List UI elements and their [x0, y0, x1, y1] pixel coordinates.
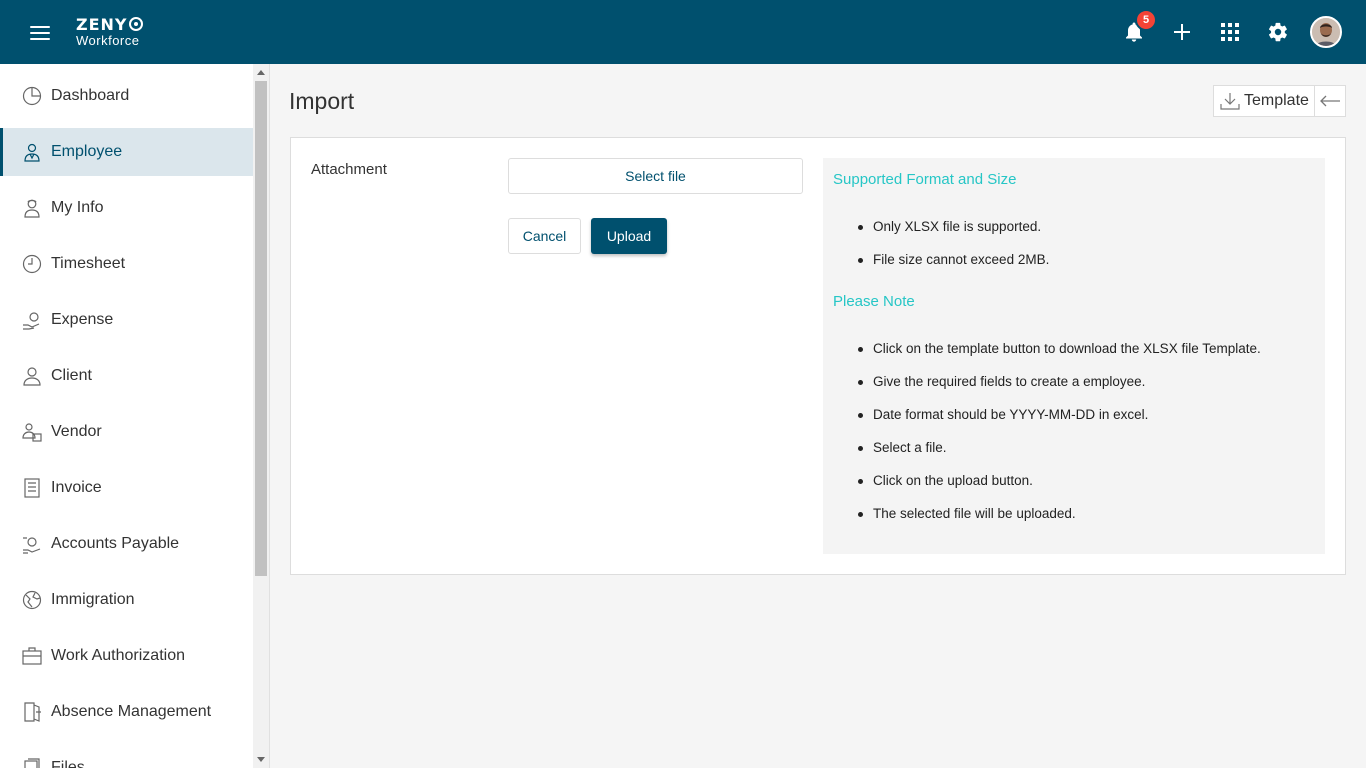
sidebar-item-client[interactable]: Client: [0, 352, 253, 400]
sidebar-item-dashboard[interactable]: Dashboard: [0, 72, 253, 120]
sidebar: Dashboard Employee My Info Timesheet Exp…: [0, 64, 253, 768]
invoice-icon: [22, 478, 42, 498]
files-icon: [22, 758, 42, 768]
expense-icon: [22, 310, 42, 330]
template-label: Template: [1244, 92, 1309, 109]
sidebar-item-vendor[interactable]: Vendor: [0, 408, 253, 456]
top-header: ZENY Workforce 5: [0, 0, 1366, 64]
briefcase-icon: [22, 646, 42, 666]
cancel-button[interactable]: Cancel: [508, 218, 581, 254]
sidebar-item-files[interactable]: Files: [0, 744, 253, 768]
sidebar-item-label: Dashboard: [51, 87, 130, 104]
list-item: Click on the template button to download…: [858, 341, 1261, 374]
accounts-payable-icon: [22, 534, 42, 554]
list-item: The selected file will be uploaded.: [858, 506, 1261, 539]
menu-icon[interactable]: [30, 26, 50, 40]
page-title: Import: [289, 88, 355, 114]
logo[interactable]: ZENY Workforce: [76, 17, 143, 47]
arrow-left-icon: [1320, 95, 1340, 107]
logo-mark-icon: [128, 17, 143, 31]
sidebar-item-timesheet[interactable]: Timesheet: [0, 240, 253, 288]
sidebar-item-expense[interactable]: Expense: [0, 296, 253, 344]
sidebar-item-work-authorization[interactable]: Work Authorization: [0, 632, 253, 680]
sidebar-item-my-info[interactable]: My Info: [0, 184, 253, 232]
sidebar-item-immigration[interactable]: Immigration: [0, 576, 253, 624]
logo-text-bottom: Workforce: [76, 33, 140, 48]
scrollbar-thumb[interactable]: [255, 81, 267, 576]
list-item: Click on the upload button.: [858, 473, 1261, 506]
sidebar-item-label: Vendor: [51, 423, 102, 440]
logo-text-top: ZENY: [76, 15, 128, 34]
dashboard-icon: [22, 86, 42, 106]
my-info-icon: [22, 198, 42, 218]
scroll-up-arrow-icon[interactable]: [257, 70, 265, 75]
attachment-label: Attachment: [311, 161, 387, 178]
employee-icon: [22, 142, 42, 162]
sidebar-divider: [269, 64, 270, 768]
clock-icon: [22, 254, 42, 274]
supported-format-list: Only XLSX file is supported. File size c…: [857, 219, 1049, 285]
sidebar-item-label: Accounts Payable: [51, 535, 180, 552]
list-item: File size cannot exceed 2MB.: [857, 252, 1049, 285]
plus-icon[interactable]: [1166, 16, 1198, 48]
sidebar-item-accounts-payable[interactable]: Accounts Payable: [0, 520, 253, 568]
globe-icon: [22, 590, 42, 610]
select-file-button[interactable]: Select file: [508, 158, 803, 194]
list-item: Only XLSX file is supported.: [857, 219, 1049, 252]
sidebar-item-label: My Info: [51, 199, 104, 216]
sidebar-item-label: Files: [51, 759, 85, 768]
template-download-button[interactable]: Template: [1213, 85, 1315, 117]
sidebar-item-label: Invoice: [51, 479, 102, 496]
sidebar-item-label: Immigration: [51, 591, 135, 608]
gear-icon[interactable]: [1262, 16, 1294, 48]
download-icon: [1220, 93, 1240, 110]
supported-format-heading: Supported Format and Size: [833, 171, 1017, 188]
sidebar-item-label: Absence Management: [51, 703, 212, 720]
list-item: Select a file.: [858, 440, 1261, 473]
vendor-icon: [22, 422, 42, 442]
notification-badge[interactable]: 5: [1135, 9, 1157, 31]
back-button[interactable]: [1314, 85, 1346, 117]
sidebar-item-absence-management[interactable]: Absence Management: [0, 688, 253, 736]
avatar[interactable]: [1310, 16, 1342, 48]
exit-door-icon: [22, 702, 42, 722]
sidebar-item-label: Client: [51, 367, 92, 384]
sidebar-item-invoice[interactable]: Invoice: [0, 464, 253, 512]
sidebar-item-label: Timesheet: [51, 255, 126, 272]
sidebar-item-label: Expense: [51, 311, 114, 328]
apps-grid-icon[interactable]: [1214, 16, 1246, 48]
client-icon: [22, 366, 42, 386]
upload-button[interactable]: Upload: [591, 218, 667, 254]
please-note-list: Click on the template button to download…: [858, 341, 1261, 539]
sidebar-item-employee[interactable]: Employee: [0, 128, 253, 176]
scroll-down-arrow-icon[interactable]: [257, 757, 265, 762]
please-note-heading: Please Note: [833, 293, 915, 310]
sidebar-scrollbar[interactable]: [253, 64, 269, 768]
list-item: Date format should be YYYY-MM-DD in exce…: [858, 407, 1261, 440]
list-item: Give the required fields to create a emp…: [858, 374, 1261, 407]
sidebar-item-label: Employee: [51, 143, 123, 160]
sidebar-item-label: Work Authorization: [51, 647, 185, 664]
